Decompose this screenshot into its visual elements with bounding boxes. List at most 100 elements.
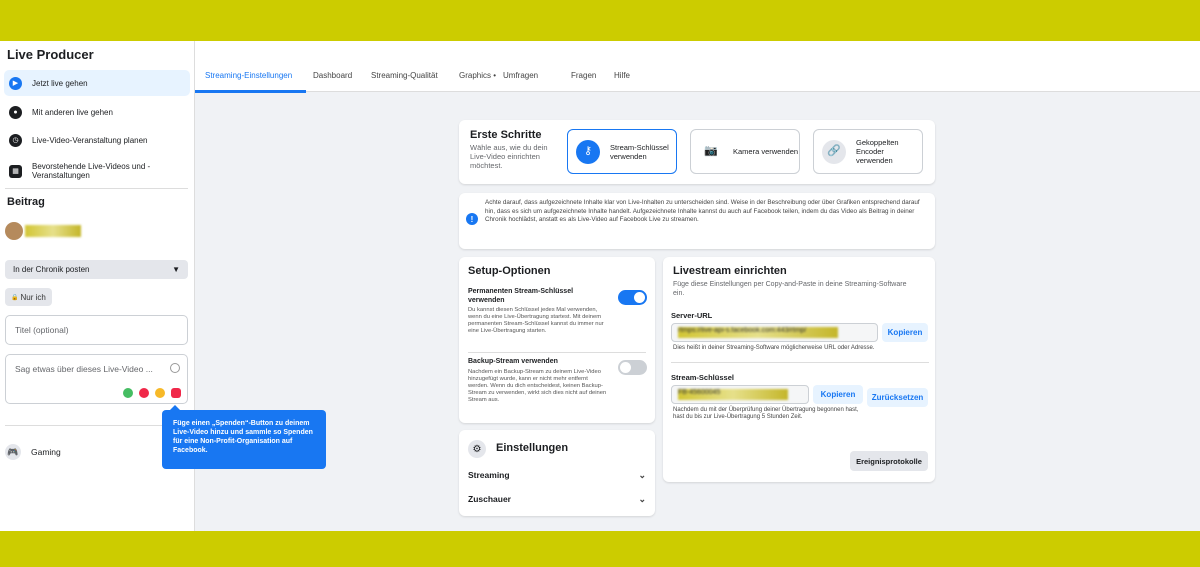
link-icon: 🔗 [822,139,846,164]
sidebar-item-label: Live-Video-Veranstaltung planen [32,135,148,145]
description-placeholder: Sag etwas über dieses Live-Video ... [15,364,153,374]
game-controller-icon: 🎮 [5,444,21,460]
copy-server-url-button[interactable]: Kopieren [882,323,928,342]
donate-icon[interactable] [171,388,181,398]
livestream-setup-card: Livestream einrichten Füge diese Einstel… [663,257,935,482]
tab-dashboard[interactable]: Dashboard [313,71,352,80]
option-label: Kamera verwenden [733,147,799,156]
first-steps-title: Erste Schritte [470,129,542,141]
tab-streaming-quality[interactable]: Streaming-Qualität [371,71,438,80]
notice-card: ! Achte darauf, dass aufgezeichnete Inha… [459,193,935,249]
setup-options-title: Setup-Optionen [468,265,551,277]
info-icon: ! [466,213,478,225]
caret-down-icon: ▼ [172,265,180,274]
post-author [5,222,81,240]
sidebar-item-label: Mit anderen live gehen [32,107,113,117]
stream-key-value: FB-45600045 [678,389,788,400]
settings-title: Einstellungen [496,442,569,454]
first-steps-subtitle: Wähle aus, wie du dein Live-Video einric… [470,143,548,170]
stream-key-field[interactable]: FB-45600045 [671,385,809,404]
livestream-title: Livestream einrichten [673,265,787,277]
divider [5,188,188,189]
sidebar-item-go-live-with-others[interactable]: ● Mit anderen live gehen [4,99,190,125]
settings-row-streaming[interactable]: Streaming ⌄ [468,466,646,484]
gear-icon: ⚙ [468,440,486,458]
option-paired-encoder[interactable]: 🔗 Gekoppelten Encoder verwenden [813,129,923,174]
post-target-select[interactable]: In der Chronik posten ▼ [5,260,188,279]
lock-icon: 🔒 [11,294,19,301]
chevron-down-icon: ⌄ [638,493,646,504]
event-logs-button[interactable]: Ereignisprotokolle [850,451,928,471]
tab-polls[interactable]: Umfragen [503,71,538,80]
emoji-icon[interactable] [170,363,180,373]
tab-bar: Streaming-Einstellungen Dashboard Stream… [195,41,1200,93]
section-title: Beitrag [7,196,45,208]
setup-options-card: Setup-Optionen Permanenten Stream-Schlüs… [459,257,655,423]
option-label: Stream-Schlüssel verwenden [610,142,669,161]
notice-text: Achte darauf, dass aufgezeichnete Inhalt… [485,199,920,224]
divider [671,362,929,363]
sidebar-item-go-live[interactable]: ▶ Jetzt live gehen [4,70,190,96]
option-stream-key[interactable]: ⚷ Stream-Schlüssel verwenden [567,129,677,174]
stream-key-label: Stream-Schlüssel [671,373,734,382]
reset-stream-key-button[interactable]: Zurücksetzen [867,388,928,407]
divider [5,425,188,426]
settings-row-label: Streaming [468,470,510,480]
tab-questions[interactable]: Fragen [571,71,596,80]
description-input[interactable]: Sag etwas über dieses Live-Video ... [5,354,188,404]
description-actions [123,388,181,398]
calendar-icon: ▦ [9,164,22,178]
copy-stream-key-button[interactable]: Kopieren [813,385,863,404]
tag-people-icon[interactable] [123,388,133,398]
server-url-label: Server-URL [671,311,713,320]
tab-streaming-settings[interactable]: Streaming-Einstellungen [205,71,292,80]
server-url-field[interactable]: rtmps://live-api-s.facebook.com:443/rtmp… [671,323,878,342]
server-url-value: rtmps://live-api-s.facebook.com:443/rtmp… [678,327,838,338]
sidebar-item-label: Bevorstehende Live-Videos und -Veranstal… [32,162,151,180]
divider [468,352,646,353]
backup-stream-toggle[interactable] [618,360,647,375]
feeling-icon[interactable] [155,388,165,398]
backup-stream-title: Backup-Stream verwenden [468,358,558,365]
location-icon[interactable] [139,388,149,398]
option-camera[interactable]: 📷 Kamera verwenden [690,129,800,174]
people-icon: ● [9,105,22,119]
tab-help[interactable]: Hilfe [614,71,630,80]
video-camera-icon: ▶ [9,76,22,90]
audience-button[interactable]: 🔒 Nur ich [5,288,52,306]
key-icon: ⚷ [576,139,600,164]
gaming-label: Gaming [31,447,61,457]
audience-label: Nur ich [20,292,46,302]
sidebar-item-label: Jetzt live gehen [32,78,88,88]
tab-graphics[interactable]: Graphics • [459,71,496,80]
avatar [5,222,23,240]
server-url-hint: Dies heißt in deiner Streaming-Software … [673,345,875,351]
persistent-key-toggle[interactable] [618,290,647,305]
settings-row-label: Zuschauer [468,494,511,504]
stream-key-hint: Nachdem du mit der Überprüfung deiner Üb… [673,407,859,420]
donate-tooltip: Füge einen „Spenden“-Button zu deinem Li… [162,405,326,469]
title-placeholder: Titel (optional) [15,325,69,335]
persistent-key-title: Permanenten Stream-Schlüssel verwenden [468,288,574,304]
sidebar-item-schedule-event[interactable]: ◷ Live-Video-Veranstaltung planen [4,127,190,153]
sidebar-item-upcoming[interactable]: ▦ Bevorstehende Live-Videos und -Veranst… [4,157,190,185]
persistent-key-description: Du kannst diesen Schlüssel jedes Mal ver… [468,307,604,334]
title-input[interactable]: Titel (optional) [5,315,188,345]
redacted-name [25,225,81,237]
toggle-knob [620,362,631,373]
livestream-subtitle: Füge diese Einstellungen per Copy-and-Pa… [673,281,907,297]
chevron-down-icon: ⌄ [638,469,646,480]
live-producer-app: Live Producer ▶ Jetzt live gehen ● Mit a… [0,41,1200,531]
post-target-value: In der Chronik posten [13,265,90,274]
sidebar-title: Live Producer [7,47,94,62]
settings-row-viewers[interactable]: Zuschauer ⌄ [468,490,646,508]
first-steps-card: Erste Schritte Wähle aus, wie du dein Li… [459,120,935,184]
backup-stream-description: Nachdem ein Backup-Stream zu deinem Live… [468,369,607,403]
camera-icon: 📷 [699,139,723,164]
sidebar-item-gaming[interactable]: 🎮 Gaming [5,444,61,460]
clock-icon: ◷ [9,133,22,147]
toggle-knob [634,292,645,303]
active-tab-indicator [195,90,306,93]
settings-card: ⚙ Einstellungen Streaming ⌄ Zuschauer ⌄ [459,430,655,516]
option-label: Gekoppelten Encoder verwenden [856,138,899,165]
